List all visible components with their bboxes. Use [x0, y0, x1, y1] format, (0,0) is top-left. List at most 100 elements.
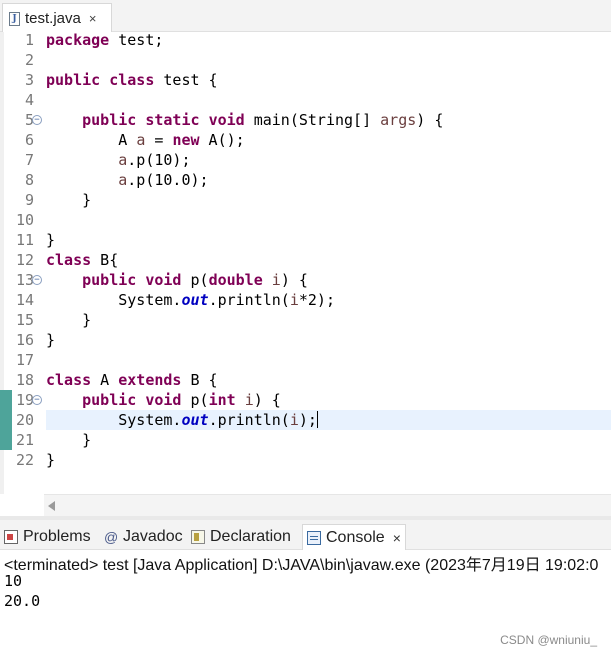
line-number: 9 [24, 191, 34, 209]
line-number: 16 [15, 331, 34, 349]
code-line[interactable] [46, 350, 611, 370]
code-line[interactable]: A a = new A(); [46, 130, 611, 150]
view-tab-bar: Problems @ Javadoc Declaration Console × [0, 520, 611, 550]
line-number: 19 [15, 391, 34, 409]
code-line[interactable] [46, 210, 611, 230]
horizontal-scrollbar[interactable] [44, 494, 611, 516]
console-icon [307, 530, 321, 545]
code-token: class [109, 71, 155, 89]
code-line[interactable]: class A extends B { [46, 370, 611, 390]
code-line[interactable]: } [46, 450, 611, 470]
code-token: out [181, 411, 209, 429]
code-token: i [289, 411, 299, 429]
code-token: .println( [208, 411, 290, 429]
code-token: ); [298, 411, 317, 429]
code-line[interactable]: } [46, 230, 611, 250]
code-token: package [46, 31, 110, 49]
code-line[interactable]: a.p(10); [46, 150, 611, 170]
code-token: a [118, 171, 128, 189]
code-area[interactable]: package test; public class test { public … [46, 30, 611, 494]
code-token: main(String[] [244, 111, 381, 129]
code-token: .p(10); [127, 151, 191, 169]
line-number-gutter: 1 2 3 4 5−6 7 8 9 10 11 12 13−14 15 16 17 18 19−20 21 22 [0, 31, 44, 494]
line-number: 13 [15, 271, 34, 289]
code-line[interactable]: public void p(double i) { [46, 270, 611, 290]
code-token: ) { [416, 111, 444, 129]
code-token: p( [181, 391, 209, 409]
code-token: i [244, 391, 254, 409]
editor-tab-bar: J test.java × [0, 0, 611, 33]
tab-label: test.java [25, 10, 81, 27]
code-token: new [172, 131, 200, 149]
watermark: CSDN @wniuniu_ [500, 633, 597, 647]
code-token: } [46, 311, 92, 329]
code-token: a [118, 151, 128, 169]
code-line[interactable]: } [46, 310, 611, 330]
code-token: i [289, 291, 299, 309]
console-status: <terminated> test [Java Application] D:\… [4, 557, 599, 574]
fold-collapse-icon[interactable]: − [32, 275, 42, 285]
fold-collapse-icon[interactable]: − [32, 115, 42, 125]
code-token: B { [181, 371, 218, 389]
code-token: int [208, 391, 236, 409]
java-file-icon: J [9, 11, 20, 26]
code-token: } [46, 191, 92, 209]
declaration-icon [191, 530, 205, 544]
code-token: p( [181, 271, 209, 289]
line-number: 3 [24, 71, 34, 89]
tab-declaration[interactable]: Declaration [191, 524, 291, 550]
line-number: 10 [15, 211, 34, 229]
code-line[interactable]: } [46, 190, 611, 210]
code-token: } [46, 451, 56, 469]
code-line[interactable] [46, 50, 611, 70]
code-line[interactable] [46, 90, 611, 110]
code-line[interactable]: public class test { [46, 70, 611, 90]
code-token: A [46, 131, 137, 149]
javadoc-icon: @ [104, 529, 119, 545]
code-line[interactable]: a.p(10.0); [46, 170, 611, 190]
code-line[interactable]: public static void main(String[] args) { [46, 110, 611, 130]
code-token: args [380, 111, 417, 129]
tab-test-java[interactable]: J test.java × [2, 3, 112, 33]
code-token: public [82, 391, 137, 409]
line-number: 4 [24, 91, 34, 109]
code-line[interactable]: } [46, 330, 611, 350]
close-icon[interactable]: × [89, 11, 97, 26]
code-line[interactable]: package test; [46, 30, 611, 50]
code-token: System. [46, 291, 182, 309]
code-line[interactable]: System.out.println(i); [46, 410, 611, 430]
code-token: ) { [280, 271, 308, 289]
line-number: 5 [24, 111, 34, 129]
tab-javadoc[interactable]: @ Javadoc [104, 524, 183, 550]
code-token: static [145, 111, 200, 129]
fold-collapse-icon[interactable]: − [32, 395, 42, 405]
code-line[interactable]: System.out.println(i*2); [46, 290, 611, 310]
line-number: 22 [15, 451, 34, 469]
code-line[interactable]: } [46, 430, 611, 450]
line-number: 8 [24, 171, 34, 189]
close-icon[interactable]: × [393, 530, 401, 546]
code-token: .println( [208, 291, 290, 309]
code-token: public [82, 271, 137, 289]
tab-problems[interactable]: Problems [4, 524, 91, 550]
tab-console[interactable]: Console × [302, 524, 406, 550]
console-view[interactable]: <terminated> test [Java Application] D:\… [0, 550, 611, 655]
code-token: System. [46, 411, 182, 429]
tab-problems-label: Problems [23, 528, 91, 545]
code-line[interactable]: public void p(int i) { [46, 390, 611, 410]
code-editor[interactable]: 1 2 3 4 5−6 7 8 9 10 11 12 13−14 15 16 17 18 19−20 21 22 p… [0, 30, 611, 516]
code-token: A [91, 371, 119, 389]
problems-icon [4, 530, 18, 544]
code-token: test; [109, 31, 164, 49]
code-token: } [46, 231, 56, 249]
scroll-left-arrow-icon[interactable] [48, 501, 55, 511]
code-line[interactable]: class B{ [46, 250, 611, 270]
tab-declaration-label: Declaration [210, 528, 291, 545]
